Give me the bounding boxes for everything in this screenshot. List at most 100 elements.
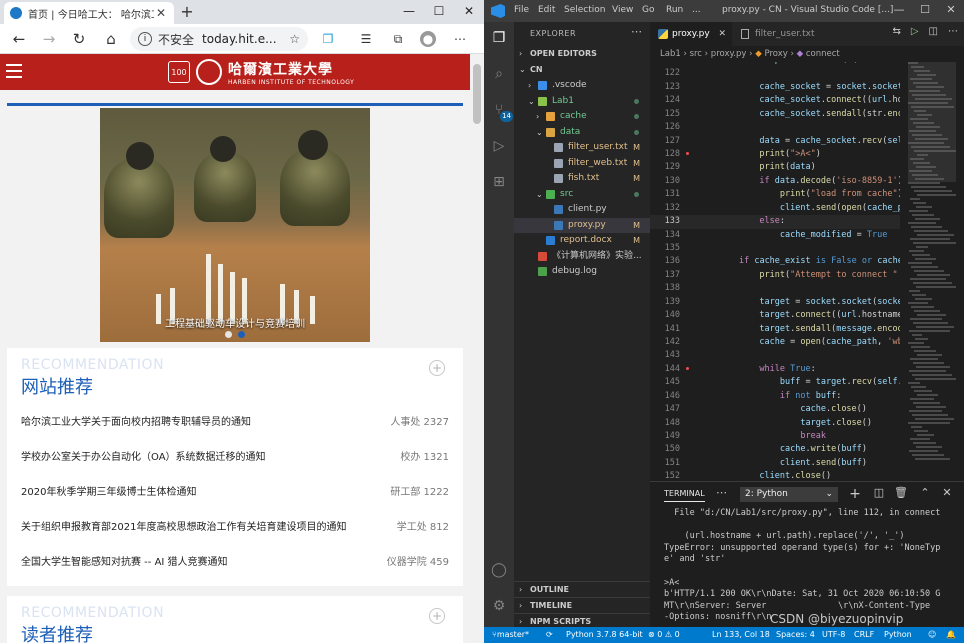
tree-item[interactable]: report.docx M	[514, 233, 650, 248]
carousel-image[interactable]: 工程基础驱动车设计与竞赛培训	[100, 108, 370, 342]
tree-item[interactable]: 《计算机网络》实验...	[514, 249, 650, 264]
terminal-select[interactable]: 2: Python ⌄	[740, 487, 838, 502]
code-line[interactable]: 152 client.close()	[650, 470, 900, 481]
compare-icon[interactable]: ⇆	[892, 26, 900, 37]
workspace-root[interactable]: ⌄ CN	[514, 62, 650, 78]
tab-terminal[interactable]: TERMINAL	[664, 489, 705, 502]
minimize-button[interactable]: —	[394, 0, 424, 24]
outline-section[interactable]: › OUTLINE	[514, 581, 650, 597]
tree-item[interactable]: ⌄ data	[514, 125, 650, 140]
tree-item[interactable]: client.py	[514, 202, 650, 217]
breadcrumb-item[interactable]: connect	[806, 49, 840, 59]
tree-item[interactable]: filter_user.txt M	[514, 140, 650, 155]
profile-avatar[interactable]: ●	[420, 31, 436, 47]
news-item[interactable]: 学校办公室关于办公自动化（OA）系统数据迁移的通知 校办 1321	[21, 445, 449, 465]
news-item[interactable]: 2020年秋季学期三年级博士生体检通知 研工部 1222	[21, 480, 449, 500]
news-item[interactable]: 哈尔滨工业大学关于面向校内招聘专职辅导员的通知 人事处 2327	[21, 410, 449, 430]
carousel-dot-active[interactable]	[238, 331, 245, 338]
code-line[interactable]: 136 if cache_exist is False or cache_mod…	[650, 255, 900, 268]
indentation-status[interactable]: Spaces: 4	[776, 627, 815, 643]
extensions-icon[interactable]: ⊞	[489, 172, 509, 192]
code-line[interactable]: 126	[650, 121, 900, 134]
open-editors-section[interactable]: › OPEN EDITORS	[514, 46, 650, 62]
python-interpreter-status[interactable]: Python 3.7.8 64-bit	[566, 627, 643, 643]
code-line[interactable]: 140 target.connect((url.hostname, 80))	[650, 309, 900, 322]
minimap[interactable]	[908, 62, 956, 481]
favorite-star-icon[interactable]: ☆	[289, 32, 300, 46]
run-debug-icon[interactable]: ▷	[489, 136, 509, 156]
run-file-icon[interactable]: ▷	[911, 26, 919, 37]
breadcrumb-item[interactable]: src	[690, 49, 702, 59]
tree-item[interactable]: › cache	[514, 109, 650, 124]
news-item[interactable]: 全国大学生智能感知对抗赛 -- AI 猎人竞赛通知 仪器学院 459	[21, 550, 449, 570]
code-line[interactable]: 147 cache.close()	[650, 403, 900, 416]
breadcrumb-item[interactable]: Lab1	[660, 49, 681, 59]
info-icon[interactable]: i	[138, 32, 152, 46]
code-line[interactable]: 145 buff = target.recv(self.BUFSIZE)	[650, 376, 900, 389]
code-line[interactable]: 138	[650, 282, 900, 295]
extension-icon[interactable]: ❐	[320, 31, 336, 47]
code-line[interactable]: 135	[650, 242, 900, 255]
code-line[interactable]: 144 while True:	[650, 363, 900, 376]
vscode-close-button[interactable]: ✕	[938, 0, 964, 22]
settings-gear-icon[interactable]: ⚙	[489, 596, 509, 616]
vscode-minimize-button[interactable]: —	[886, 0, 912, 22]
code-line[interactable]: 122	[650, 67, 900, 80]
tab-filter-user[interactable]: filter_user.txt	[733, 22, 825, 46]
close-tab-icon[interactable]: ✕	[154, 6, 168, 20]
close-panel-icon[interactable]: ✕	[940, 486, 954, 499]
back-button[interactable]: ←	[8, 29, 30, 49]
editor-scrollbar[interactable]	[956, 62, 964, 481]
code-line[interactable]: 150 cache.write(buff)	[650, 443, 900, 456]
code-line[interactable]: 151 client.send(buff)	[650, 457, 900, 470]
close-window-button[interactable]: ✕	[454, 0, 484, 24]
code-line[interactable]: 143	[650, 349, 900, 362]
code-line[interactable]: 139 target = socket.socket(socket.AF_INE…	[650, 296, 900, 309]
page-scrollbar[interactable]	[470, 54, 484, 643]
sync-icon[interactable]: ⟳	[546, 627, 553, 643]
code-editor[interactable]: 121 temp += line + '\r\n'122123 cache_so…	[650, 62, 900, 481]
code-line[interactable]: 127 data = cache_socket.recv(self.BUFSIZ…	[650, 135, 900, 148]
menu-run[interactable]: Run	[666, 5, 683, 15]
notifications-bell-icon[interactable]: 🔔	[946, 627, 956, 643]
account-icon[interactable]: ◯	[489, 560, 509, 580]
explorer-more-icon[interactable]: ⋯	[631, 25, 642, 38]
favorites-icon[interactable]: ☰	[358, 31, 374, 47]
code-line[interactable]: 137 print("Attempt to connect " + url.ho…	[650, 269, 900, 282]
new-tab-button[interactable]: +	[178, 3, 196, 21]
tree-item[interactable]: ⌄ src	[514, 187, 650, 202]
maximize-button[interactable]: ☐	[424, 0, 454, 24]
git-branch-status[interactable]: ⑂ master*	[492, 627, 529, 643]
tree-item[interactable]: debug.log	[514, 264, 650, 279]
close-tab-icon[interactable]: ✕	[718, 22, 726, 46]
split-terminal-icon[interactable]: ◫	[872, 486, 886, 499]
code-line[interactable]: 146 if not buff:	[650, 390, 900, 403]
hamburger-menu-icon[interactable]	[6, 64, 22, 78]
menu-selection[interactable]: Selection	[564, 5, 605, 15]
tree-item[interactable]: fish.txt M	[514, 171, 650, 186]
tab-proxy-py[interactable]: proxy.py ✕	[650, 22, 732, 46]
eol-status[interactable]: CRLF	[854, 627, 874, 643]
terminal-output[interactable]: File "d:/CN/Lab1/src/proxy.py", line 112…	[664, 508, 960, 628]
language-mode-status[interactable]: Python	[884, 627, 912, 643]
timeline-section[interactable]: › TIMELINE	[514, 597, 650, 613]
menu-view[interactable]: View	[612, 5, 633, 15]
code-line[interactable]: 148 target.close()	[650, 417, 900, 430]
tree-item[interactable]: proxy.py M	[514, 217, 650, 233]
menu-more[interactable]: ...	[692, 5, 701, 15]
collections-icon[interactable]: ⧉	[390, 31, 406, 47]
search-icon[interactable]: ⌕	[489, 64, 509, 84]
code-line[interactable]: 125 cache_socket.sendall(str.encode(temp…	[650, 108, 900, 121]
encoding-status[interactable]: UTF-8	[822, 627, 845, 643]
breakpoint-marker[interactable]	[686, 152, 689, 155]
breadcrumb-item[interactable]: Proxy	[764, 49, 787, 59]
code-line[interactable]: 133 else:	[650, 215, 900, 229]
forward-button[interactable]: →	[38, 29, 60, 49]
code-line[interactable]: 123 cache_socket = socket.socket(socket.…	[650, 81, 900, 94]
home-button[interactable]: ⌂	[100, 29, 122, 49]
vscode-maximize-button[interactable]: ☐	[912, 0, 938, 22]
menu-file[interactable]: File	[514, 5, 529, 15]
cursor-position-status[interactable]: Ln 133, Col 18	[712, 627, 770, 643]
carousel-dot[interactable]	[225, 331, 232, 338]
breakpoint-marker[interactable]	[686, 366, 689, 370]
